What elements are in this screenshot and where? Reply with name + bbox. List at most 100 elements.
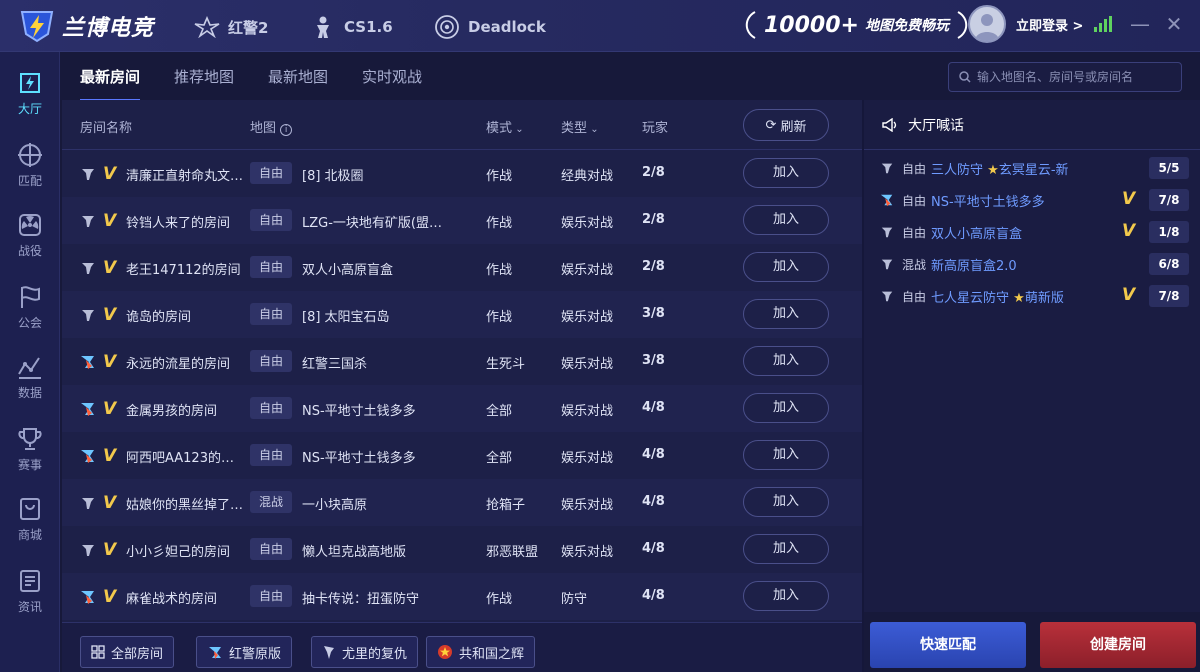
sidebar-item-match[interactable]: 匹配	[0, 132, 60, 198]
join-button[interactable]: 加入	[743, 393, 829, 423]
crosshair-icon	[18, 142, 42, 167]
sidebar-item-lobby[interactable]: 大厅	[0, 60, 60, 126]
shout-tag: 自由	[902, 162, 927, 176]
shout-room-subname: 萌新版	[1024, 291, 1064, 306]
allied-faction-icon	[80, 213, 96, 229]
tab-live-watch[interactable]: 实时观战	[362, 66, 422, 101]
table-row[interactable]: V 铃铛人来了的房间 自由 LZG-一块地有矿版(盟… 作战 娱乐对战 2/8 加入	[62, 197, 862, 244]
filter-red-alert[interactable]: 红警原版	[196, 636, 293, 668]
create-room-button[interactable]: 创建房间	[1040, 622, 1196, 668]
table-row[interactable]: V 诡岛的房间 自由 [8] 太阳宝石岛 作战 娱乐对战 3/8 加入	[62, 291, 862, 338]
news-icon	[20, 569, 40, 592]
refresh-button[interactable]: ⟳ 刷新	[743, 109, 829, 141]
sidebar-item-label: 赛事	[17, 457, 42, 472]
game-tab-deadlock[interactable]: Deadlock	[434, 14, 546, 40]
deadlock-eye-icon	[434, 14, 460, 40]
room-name: 清廉正直射命丸文…	[126, 169, 244, 184]
allied-faction-icon	[80, 495, 96, 511]
shout-room-subname: 玄冥星云-新	[998, 163, 1069, 178]
filter-all-rooms[interactable]: 全部房间	[80, 636, 175, 668]
shout-item[interactable]: 自由 三人防守 ★玄冥星云-新 5/5	[864, 152, 1200, 184]
signal-icon	[1094, 16, 1112, 32]
red-alert-icon	[209, 647, 221, 659]
shout-room-name: 三人防守	[931, 163, 984, 178]
filter-republic[interactable]: 共和国之辉	[426, 636, 536, 668]
lobby-shout-panel: 大厅喊话 自由 三人防守 ★玄冥星云-新 5/5 自由 NS-平地寸土钱多多 V 7/8 自由…	[864, 100, 1200, 612]
join-button[interactable]: 加入	[743, 534, 829, 564]
room-players: 2/8	[642, 259, 665, 274]
sidebar-item-shop[interactable]: 商城	[0, 486, 60, 552]
room-map: 红警三国杀	[302, 357, 368, 372]
game-tab-red-alert[interactable]: 红警2	[194, 14, 268, 40]
radiation-icon	[19, 213, 41, 236]
table-row[interactable]: V 清廉正直射命丸文… 自由 [8] 北极圈 作战 经典对战 2/8 加入	[62, 150, 862, 197]
table-row[interactable]: V 金属男孩的房间 自由 NS-平地寸土钱多多 全部 娱乐对战 4/8 加入	[62, 385, 862, 432]
room-players: 4/8	[642, 494, 665, 509]
join-button[interactable]: 加入	[743, 299, 829, 329]
sidebar-item-guild[interactable]: 公会	[0, 274, 60, 340]
room-players: 3/8	[642, 353, 665, 368]
room-mode: 全部	[486, 451, 513, 466]
tab-latest-rooms[interactable]: 最新房间	[80, 66, 141, 101]
promo-banner[interactable]: 10000+ 地图免费畅玩	[742, 10, 971, 40]
tab-latest-maps[interactable]: 最新地图	[268, 66, 328, 101]
tab-recommended-maps[interactable]: 推荐地图	[174, 66, 234, 101]
join-button[interactable]: 加入	[743, 581, 829, 611]
col-type[interactable]: 类型 ⌄	[561, 117, 599, 136]
join-button[interactable]: 加入	[743, 440, 829, 470]
table-row[interactable]: V 永远的流星的房间 自由 红警三国杀 生死斗 娱乐对战 3/8 加入	[62, 338, 862, 385]
room-tag: 自由	[250, 162, 292, 184]
table-row[interactable]: V 小小彡妲己的房间 自由 懒人坦克战高地版 邪恶联盟 娱乐对战 4/8 加入	[62, 526, 862, 573]
join-button[interactable]: 加入	[743, 158, 829, 188]
login-link[interactable]: 立即登录 >	[1016, 15, 1083, 34]
table-row[interactable]: V 姑娘你的黑丝掉了… 混战 一小块高原 抢箱子 娱乐对战 4/8 加入	[62, 479, 862, 526]
yuri-icon	[324, 646, 334, 659]
megaphone-icon	[882, 117, 897, 132]
mixed-faction-icon	[80, 448, 96, 464]
join-button[interactable]: 加入	[743, 487, 829, 517]
sidebar-item-campaign[interactable]: 战役	[0, 202, 60, 268]
vip-badge-icon: V	[103, 399, 117, 419]
table-row[interactable]: V 老王147112的房间 自由 双人小高原盲盒 作战 娱乐对战 2/8 加入	[62, 244, 862, 291]
shout-item[interactable]: 混战 新高原盲盒2.0 6/8	[864, 248, 1200, 280]
quick-match-button[interactable]: 快速匹配	[870, 622, 1026, 668]
top-bar: 兰博电竞 红警2 CS1.6 Deadlock 10000+ 地图免费畅玩 立即…	[0, 0, 1200, 52]
table-row[interactable]: V 阿西吧AA123的房间 自由 NS-平地寸土钱多多 全部 娱乐对战 4/8 加入	[62, 432, 862, 479]
avatar[interactable]	[968, 5, 1006, 43]
join-button[interactable]: 加入	[743, 205, 829, 235]
sidebar-item-news[interactable]: 资讯	[0, 558, 60, 624]
sidebar-item-data[interactable]: 数据	[0, 344, 60, 410]
col-mode[interactable]: 模式 ⌄	[486, 117, 524, 136]
room-tag: 自由	[250, 350, 292, 372]
search-input[interactable]	[977, 70, 1167, 84]
brand-logo[interactable]: 兰博电竞	[18, 8, 154, 44]
game-tab-cs[interactable]: CS1.6	[310, 14, 393, 40]
minimize-icon[interactable]: —	[1128, 12, 1152, 36]
table-row[interactable]: V 麻雀战术的房间 自由 抽卡传说：扭蛋防守 作战 防守 4/8 加入	[62, 573, 862, 620]
line-chart-icon	[18, 356, 41, 379]
room-tag: 自由	[250, 303, 292, 325]
vip-badge-icon: V	[103, 446, 117, 466]
join-button[interactable]: 加入	[743, 252, 829, 282]
trophy-icon	[18, 427, 42, 450]
room-tag: 混战	[250, 491, 292, 513]
shout-name: 三人防守 ★玄冥星云-新	[931, 159, 1069, 178]
shout-item[interactable]: 自由 七人星云防守 ★萌新版 V 7/8	[864, 280, 1200, 312]
room-name: 老王147112的房间	[126, 263, 241, 278]
shout-item[interactable]: 自由 NS-平地寸土钱多多 V 7/8	[864, 184, 1200, 216]
filter-yuri[interactable]: 尤里的复仇	[311, 636, 419, 668]
info-icon[interactable]: i	[280, 124, 293, 136]
room-players: 4/8	[642, 588, 665, 603]
shout-count: 6/8	[1149, 253, 1189, 275]
star-emblem-icon	[438, 645, 452, 659]
shout-item[interactable]: 自由 双人小高原盲盒 V 1/8	[864, 216, 1200, 248]
room-mode: 作战	[486, 310, 513, 325]
close-icon[interactable]: ✕	[1162, 12, 1186, 36]
join-button[interactable]: 加入	[743, 346, 829, 376]
sidebar-item-events[interactable]: 赛事	[0, 416, 60, 482]
sidebar-item-label: 资讯	[17, 599, 42, 614]
room-players: 2/8	[642, 165, 665, 180]
vip-badge-icon: V	[103, 587, 117, 607]
room-type: 防守	[561, 592, 588, 607]
room-map: 懒人坦克战高地版	[302, 545, 407, 560]
